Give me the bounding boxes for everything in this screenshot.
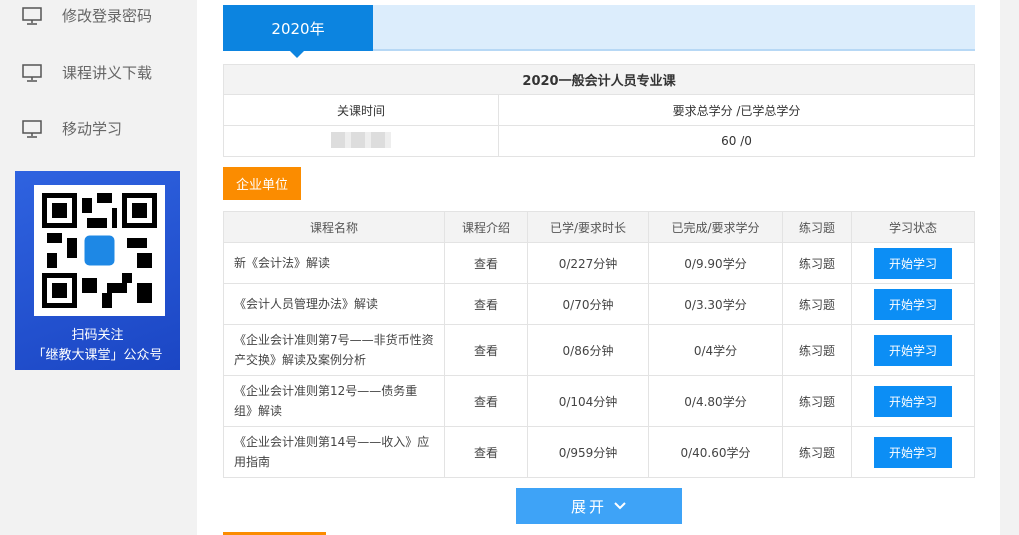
expand-button[interactable]: 展开 xyxy=(516,488,682,524)
tab-2020[interactable]: 2020年 xyxy=(223,5,373,58)
credit-progress: 0/4学分 xyxy=(648,324,783,376)
col-header: 练习题 xyxy=(782,211,852,243)
col-header: 课程介绍 xyxy=(444,211,528,243)
table-row: 《企业会计准则第14号——收入》应用指南 查看 0/959分钟 0/40.60学分 练习… xyxy=(223,426,975,478)
course-name: 《企业会计准则第7号——非货币性资产交换》解读及案例分析 xyxy=(223,324,445,376)
qr-code-image xyxy=(34,185,165,316)
credit-progress: 0/9.90学分 xyxy=(648,242,783,284)
course-name: 《企业会计准则第12号——债务重组》解读 xyxy=(223,375,445,427)
time-progress: 0/104分钟 xyxy=(527,375,649,427)
time-progress: 0/86分钟 xyxy=(527,324,649,376)
view-intro-link[interactable]: 查看 xyxy=(444,426,528,478)
col-header: 课程名称 xyxy=(223,211,445,243)
exercise-link[interactable]: 练习题 xyxy=(782,324,852,376)
exercise-link[interactable]: 练习题 xyxy=(782,242,852,284)
start-learning-button[interactable]: 开始学习 xyxy=(873,247,952,279)
start-learning-button[interactable]: 开始学习 xyxy=(873,334,952,366)
course-name: 《企业会计准则第14号——收入》应用指南 xyxy=(223,426,445,478)
monitor-icon xyxy=(22,6,42,25)
view-intro-link[interactable]: 查看 xyxy=(444,324,528,376)
org-unit-label: 企业单位 xyxy=(223,167,301,200)
qr-subcaption: 「继教大课堂」公众号 xyxy=(32,348,163,363)
start-learning-button[interactable]: 开始学习 xyxy=(873,385,952,417)
view-intro-link[interactable]: 查看 xyxy=(444,375,528,427)
credit-progress: 0/3.30学分 xyxy=(648,283,783,325)
sidebar-item-download-handouts[interactable]: 课程讲义下载 xyxy=(22,62,152,83)
year-tabs: 2020年 xyxy=(223,5,975,58)
close-time-value xyxy=(223,125,499,157)
table-row: 新《会计法》解读 查看 0/227分钟 0/9.90学分 练习题 开始学习 xyxy=(223,242,975,284)
col-header: 学习状态 xyxy=(851,211,975,243)
credit-progress: 0/4.80学分 xyxy=(648,375,783,427)
close-time-header: 关课时间 xyxy=(223,94,499,126)
course-name: 新《会计法》解读 xyxy=(223,242,445,284)
main-content: 2020年 2020一般会计人员专业课 关课时间 要求总学分 /已学总学分 60 … xyxy=(197,0,1000,535)
table-row: 《企业会计准则第7号——非货币性资产交换》解读及案例分析 查看 0/86分钟 0/4学… xyxy=(223,324,975,376)
blurred-date xyxy=(331,131,391,148)
expand-label: 展开 xyxy=(570,497,607,516)
table-row: 《企业会计准则第12号——债务重组》解读 查看 0/104分钟 0/4.80学分 练习题… xyxy=(223,375,975,427)
course-name: 《会计人员管理办法》解读 xyxy=(223,283,445,325)
table-row: 《会计人员管理办法》解读 查看 0/70分钟 0/3.30学分 练习题 开始学习 xyxy=(223,283,975,325)
exercise-link[interactable]: 练习题 xyxy=(782,283,852,325)
credits-value: 60 /0 xyxy=(498,125,975,157)
sidebar-item-label: 移动学习 xyxy=(62,120,123,138)
sidebar: 修改登录密码 课程讲义下载 移动学习 扫码关注 「继教大课堂」公众号 xyxy=(0,0,197,535)
time-progress: 0/70分钟 xyxy=(527,283,649,325)
start-learning-button[interactable]: 开始学习 xyxy=(873,288,952,320)
summary-table: 2020一般会计人员专业课 关课时间 要求总学分 /已学总学分 60 /0 xyxy=(223,64,975,157)
qr-caption: 扫码关注 xyxy=(71,328,124,343)
col-header: 已完成/要求学分 xyxy=(648,211,783,243)
monitor-icon xyxy=(22,63,42,82)
chevron-down-icon xyxy=(614,502,626,510)
sidebar-item-label: 修改登录密码 xyxy=(62,7,153,25)
time-progress: 0/227分钟 xyxy=(527,242,649,284)
sidebar-item-label: 课程讲义下载 xyxy=(62,64,153,82)
exercise-link[interactable]: 练习题 xyxy=(782,375,852,427)
sidebar-item-mobile-learning[interactable]: 移动学习 xyxy=(22,118,122,139)
monitor-icon xyxy=(22,119,42,138)
exercise-link[interactable]: 练习题 xyxy=(782,426,852,478)
courses-table: 课程名称 课程介绍 已学/要求时长 已完成/要求学分 练习题 学习状态 新《会计… xyxy=(223,211,975,478)
credits-header: 要求总学分 /已学总学分 xyxy=(498,94,975,126)
summary-title: 2020一般会计人员专业课 xyxy=(223,64,975,95)
qr-code-panel: 扫码关注 「继教大课堂」公众号 xyxy=(15,171,180,370)
col-header: 已学/要求时长 xyxy=(527,211,649,243)
credit-progress: 0/40.60学分 xyxy=(648,426,783,478)
sidebar-item-change-password[interactable]: 修改登录密码 xyxy=(22,5,152,26)
start-learning-button[interactable]: 开始学习 xyxy=(873,436,952,468)
view-intro-link[interactable]: 查看 xyxy=(444,283,528,325)
view-intro-link[interactable]: 查看 xyxy=(444,242,528,284)
time-progress: 0/959分钟 xyxy=(527,426,649,478)
